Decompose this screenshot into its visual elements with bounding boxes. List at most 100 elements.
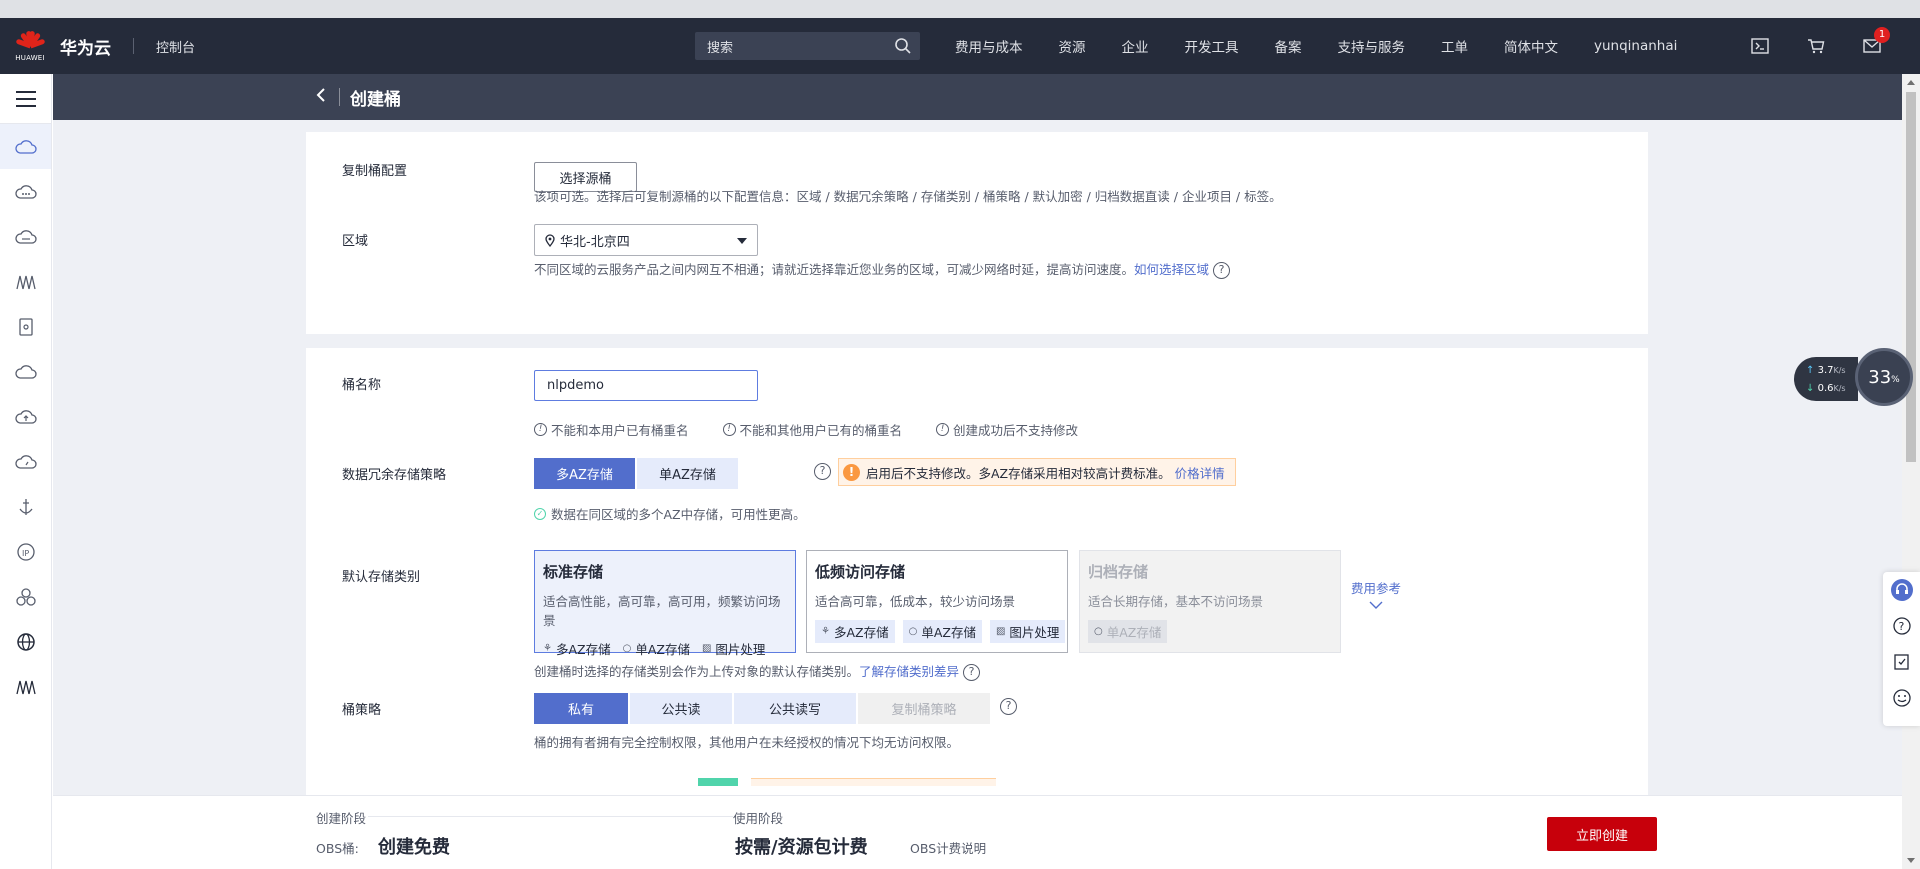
brand-name[interactable]: 华为云 — [60, 34, 111, 59]
scrollbar[interactable] — [1902, 74, 1920, 869]
download-arrow-icon: ↓ — [1806, 383, 1815, 394]
how-to-choose-region-link[interactable]: 如何选择区域 — [1134, 262, 1209, 277]
back-chevron-icon[interactable] — [315, 87, 335, 107]
nav-divider — [133, 38, 134, 54]
sidebar-cloud-server-icon[interactable] — [0, 169, 51, 214]
sidebar: IP — [0, 74, 52, 869]
storage-card-title: 归档存储 — [1088, 563, 1149, 581]
logo-text: HUAWEI — [15, 54, 45, 62]
mail-icon[interactable]: 1 — [1844, 27, 1900, 53]
info-icon: ! — [722, 423, 736, 436]
help-circle-icon[interactable]: ? — [1883, 608, 1920, 644]
policy-help-icon[interactable]: ? — [1000, 698, 1017, 715]
storage-card-title: 低频访问存储 — [815, 563, 906, 581]
feedback-edit-icon[interactable] — [1883, 644, 1920, 680]
sidebar-cloud-upload-icon[interactable] — [0, 394, 51, 439]
storage-class-diff-link[interactable]: 了解存储类别差异 — [859, 664, 959, 679]
circle-icon: ○ — [908, 626, 918, 637]
bucket-name-input[interactable]: nlpdemo — [534, 370, 758, 401]
page-title: 创建桶 — [350, 89, 401, 110]
chevron-down-icon — [737, 238, 747, 244]
help-icon[interactable]: ? — [963, 664, 981, 681]
rule-item: ! 不能和本用户已有桶重名 — [534, 420, 689, 439]
sidebar-cloud-icon[interactable] — [0, 349, 51, 394]
image-icon: ▨ — [995, 626, 1006, 637]
storage-class-hint: 创建桶时选择的存储类别会作为上传对象的默认存储类别。了解存储类别差异? — [534, 661, 981, 681]
search-input[interactable]: 搜索 — [695, 32, 920, 60]
obs-billing-link[interactable]: OBS计费说明 — [910, 838, 986, 857]
nav-tickets[interactable]: 工单 — [1441, 36, 1468, 56]
region-hint-text: 不同区域的云服务产品之间内网互不相通；请就近选择靠近您业务的区域，可减少网络时延… — [534, 262, 1135, 277]
huawei-flower-icon — [15, 30, 46, 52]
chip-multi-az: ⚘ 多AZ存储 — [815, 620, 895, 643]
nav-resources[interactable]: 资源 — [1059, 36, 1086, 56]
sidebar-cloud-storage-icon[interactable] — [0, 124, 51, 169]
storage-card-infrequent[interactable]: 低频访问存储 适合高可靠，低成本，较少访问场景 ⚘ 多AZ存储 ○ 单AZ存储 ▨ 图… — [806, 550, 1068, 653]
storage-card-archive: 归档存储 适合长期存储，基本不访问场景 ○ 单AZ存储 — [1079, 550, 1341, 653]
sidebar-globe-icon[interactable] — [0, 619, 51, 664]
sidebar-modelarts-icon[interactable] — [0, 259, 51, 304]
nav-enterprise[interactable]: 企业 — [1122, 36, 1149, 56]
huawei-logo[interactable]: HUAWEI — [10, 18, 50, 74]
region-label: 区域 — [342, 234, 369, 249]
cpu-value: 33 — [1868, 366, 1892, 388]
top-nav: HUAWEI 华为云 控制台 搜索 费用与成本 资源 企业 开发工具 备案 支持… — [0, 18, 1920, 74]
policy-public-rw-option[interactable]: 公共读写 — [734, 693, 856, 724]
sidebar-cluster-icon[interactable] — [0, 574, 51, 619]
cpu-gauge[interactable]: 33% — [1855, 348, 1913, 406]
single-az-option[interactable]: 单AZ存储 — [637, 458, 738, 489]
circle-icon: ○ — [1094, 626, 1103, 637]
nav-billing[interactable]: 费用与成本 — [955, 36, 1023, 56]
region-select[interactable]: 华北-北京四 — [534, 224, 758, 256]
policy-private-option[interactable]: 私有 — [534, 693, 628, 724]
scroll-up-icon[interactable] — [1907, 80, 1915, 85]
sidebar-anchor-icon[interactable] — [0, 484, 51, 529]
policy-public-read-option[interactable]: 公共读 — [630, 693, 732, 724]
scroll-thumb[interactable] — [1906, 92, 1916, 462]
nav-support[interactable]: 支持与服务 — [1338, 36, 1406, 56]
create-fee: 创建免费 — [378, 837, 450, 858]
chip-single-az: ○ 单AZ存储 — [902, 620, 982, 643]
cart-icon[interactable] — [1788, 38, 1844, 54]
customer-service-icon[interactable] — [1883, 572, 1920, 608]
nav-icons: 1 — [1732, 18, 1900, 74]
info-icon: ! — [936, 423, 950, 436]
page-header: 创建桶 — [53, 74, 1902, 120]
replicate-region-card: 复制桶配置 选择源桶 该项可选。选择后可复制源桶的以下配置信息：区域 / 数据冗… — [306, 132, 1648, 334]
sidebar-cloud-monitor-icon[interactable] — [0, 439, 51, 484]
storage-card-desc: 适合长期存储，基本不访问场景 — [1088, 594, 1264, 609]
multi-az-option[interactable]: 多AZ存储 — [534, 458, 635, 489]
create-stage-label: 创建阶段 — [316, 811, 367, 826]
nav-dev-tools[interactable]: 开发工具 — [1185, 36, 1239, 56]
speed-unit: K/s — [1833, 384, 1846, 393]
svg-text:?: ? — [1898, 620, 1904, 633]
nav-language[interactable]: 简体中文 — [1504, 36, 1558, 56]
nav-username[interactable]: yunqinanhai — [1594, 38, 1677, 54]
sidebar-device-icon[interactable] — [0, 304, 51, 349]
storage-card-standard[interactable]: 标准存储 适合高性能，高可靠，高可用，频繁访问场景 ⚘ 多AZ存储 ○ 单AZ存储 … — [534, 550, 796, 657]
scroll-down-icon[interactable] — [1907, 858, 1915, 863]
menu-icon[interactable] — [0, 74, 51, 124]
use-stage-label: 使用阶段 — [733, 811, 784, 826]
rule-item: ! 不能和其他用户已有的桶重名 — [722, 420, 902, 439]
console-link[interactable]: 控制台 — [156, 37, 195, 56]
nav-icp[interactable]: 备案 — [1275, 36, 1302, 56]
obs-label: OBS桶: — [316, 841, 359, 856]
sidebar-cloud-db-icon[interactable] — [0, 214, 51, 259]
terminal-icon[interactable] — [1732, 38, 1788, 54]
circle-icon: ○ — [622, 643, 632, 654]
search-icon[interactable] — [894, 37, 912, 55]
create-now-button[interactable]: 立即创建 — [1547, 817, 1657, 851]
chip-single-az: ○ 单AZ存储 — [1088, 620, 1168, 643]
smile-icon[interactable] — [1883, 680, 1920, 716]
chip-single-az: ○ 单AZ存储 — [622, 642, 690, 657]
redundancy-options: 多AZ存储 单AZ存储 — [534, 458, 740, 489]
help-icon[interactable]: ? — [1213, 262, 1231, 279]
sidebar-ma-icon[interactable] — [0, 664, 51, 709]
price-detail-link[interactable]: 价格详情 — [1175, 463, 1225, 482]
network-speed-widget: ↑ 3.7K/s ↓ 0.6K/s — [1794, 357, 1858, 401]
svg-text:IP: IP — [22, 549, 29, 558]
redundancy-help-icon[interactable]: ? — [814, 463, 831, 480]
fee-reference-link[interactable]: 费用参考 — [1351, 578, 1401, 612]
sidebar-ip-icon[interactable]: IP — [0, 529, 51, 574]
